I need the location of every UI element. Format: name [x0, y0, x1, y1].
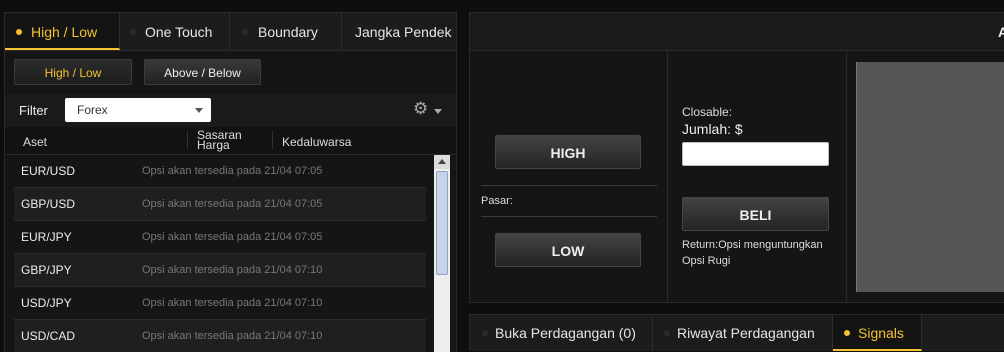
- closable-label: Closable:: [682, 105, 733, 119]
- chevron-down-icon: [195, 108, 203, 113]
- filter-label: Filter: [19, 103, 48, 118]
- tab-label: High / Low: [31, 24, 98, 40]
- return-label: Return:Opsi menguntungkan: [682, 239, 823, 251]
- table-row[interactable]: EUR/USD Opsi akan tersedia pada 21/04 07…: [14, 155, 426, 188]
- loss-label: Opsi Rugi: [682, 255, 731, 267]
- asset-table-header: Aset Sasaran Harga Kedaluwarsa: [5, 127, 456, 155]
- above-below-subtab-button[interactable]: Above / Below: [144, 59, 261, 85]
- tab-label: Buka Perdagangan (0): [495, 325, 636, 341]
- table-row[interactable]: GBP/USD Opsi akan tersedia pada 21/04 07…: [14, 188, 426, 221]
- asset-name: EUR/JPY: [21, 230, 72, 244]
- tab-label: Boundary: [258, 24, 318, 40]
- availability-note: Opsi akan tersedia pada 21/04 07:10: [142, 264, 323, 276]
- column-divider: [187, 131, 188, 149]
- trade-panel: A HIGH Pasar: LOW Closable: Jumlah: $ BE…: [469, 12, 1004, 303]
- column-target-price-line2: Harga: [197, 138, 230, 152]
- gear-icon[interactable]: ⚙: [413, 99, 428, 119]
- asset-name: USD/JPY: [21, 296, 72, 310]
- tab-open-trades[interactable]: Buka Perdagangan (0): [470, 315, 653, 351]
- scrollbar-thumb[interactable]: [436, 171, 448, 275]
- tab-label: Signals: [858, 325, 904, 341]
- high-button[interactable]: HIGH: [495, 135, 641, 169]
- market-label: Pasar:: [481, 195, 513, 207]
- tab-short-term[interactable]: Jangka Pendek: [342, 13, 456, 50]
- divider: [481, 185, 657, 186]
- chevron-down-icon[interactable]: [434, 109, 442, 114]
- asset-name: EUR/USD: [21, 164, 76, 178]
- amount-label: Jumlah: $: [682, 121, 743, 137]
- column-asset: Aset: [23, 135, 48, 149]
- availability-note: Opsi akan tersedia pada 21/04 07:05: [142, 165, 323, 177]
- asset-name: GBP/JPY: [21, 263, 72, 277]
- dot-icon: [242, 29, 248, 35]
- tab-one-touch[interactable]: One Touch: [120, 13, 230, 50]
- trade-history-tabs: Buka Perdagangan (0) Riwayat Perdagangan…: [469, 314, 1004, 351]
- tab-boundary[interactable]: Boundary: [230, 13, 342, 50]
- dot-icon: [844, 330, 850, 336]
- asset-panel: High / Low One Touch Boundary Jangka Pen…: [4, 12, 457, 352]
- dot-icon: [16, 29, 22, 35]
- table-row[interactable]: EUR/JPY Opsi akan tersedia pada 21/04 07…: [14, 221, 426, 254]
- table-row[interactable]: GBP/JPY Opsi akan tersedia pada 21/04 07…: [14, 254, 426, 287]
- asset-list: EUR/USD Opsi akan tersedia pada 21/04 07…: [14, 155, 426, 352]
- availability-note: Opsi akan tersedia pada 21/04 07:05: [142, 231, 323, 243]
- dot-icon: [130, 29, 136, 35]
- trade-panel-title: A: [998, 24, 1004, 40]
- availability-note: Opsi akan tersedia pada 21/04 07:10: [142, 297, 323, 309]
- column-target-price: Sasaran Harga: [197, 129, 242, 152]
- asset-name: GBP/USD: [21, 197, 76, 211]
- asset-name: USD/CAD: [21, 329, 76, 343]
- tab-signals[interactable]: Signals: [833, 315, 922, 351]
- column-divider: [846, 51, 847, 303]
- column-divider: [272, 131, 273, 149]
- tab-trade-history[interactable]: Riwayat Perdagangan: [653, 315, 833, 351]
- filter-bar: Filter Forex ⚙: [5, 94, 456, 127]
- trade-panel-header: A: [470, 13, 1004, 51]
- dot-icon: [482, 330, 488, 336]
- availability-note: Opsi akan tersedia pada 21/04 07:10: [142, 330, 323, 342]
- option-type-tabs: High / Low One Touch Boundary Jangka Pen…: [5, 13, 456, 51]
- filter-select[interactable]: Forex: [65, 98, 211, 122]
- filter-selected-value: Forex: [77, 103, 108, 117]
- tab-high-low[interactable]: High / Low: [5, 13, 120, 50]
- divider: [481, 216, 657, 217]
- tab-label: Jangka Pendek: [355, 24, 452, 40]
- asset-list-scrollbar[interactable]: [434, 155, 450, 352]
- amount-input[interactable]: [682, 142, 829, 166]
- high-low-subtab-button[interactable]: High / Low: [14, 59, 132, 85]
- table-row[interactable]: USD/JPY Opsi akan tersedia pada 21/04 07…: [14, 287, 426, 320]
- buy-button[interactable]: BELI: [682, 197, 829, 231]
- table-row[interactable]: USD/CAD Opsi akan tersedia pada 21/04 07…: [14, 320, 426, 352]
- column-divider: [667, 51, 668, 303]
- availability-note: Opsi akan tersedia pada 21/04 07:05: [142, 198, 323, 210]
- dot-icon: [664, 330, 670, 336]
- price-chart-area[interactable]: [856, 62, 1004, 292]
- low-button[interactable]: LOW: [495, 233, 641, 267]
- scroll-up-arrow-icon[interactable]: [434, 155, 450, 169]
- tab-label: One Touch: [145, 24, 213, 40]
- column-expiry: Kedaluwarsa: [282, 135, 352, 149]
- tab-label: Riwayat Perdagangan: [677, 325, 815, 341]
